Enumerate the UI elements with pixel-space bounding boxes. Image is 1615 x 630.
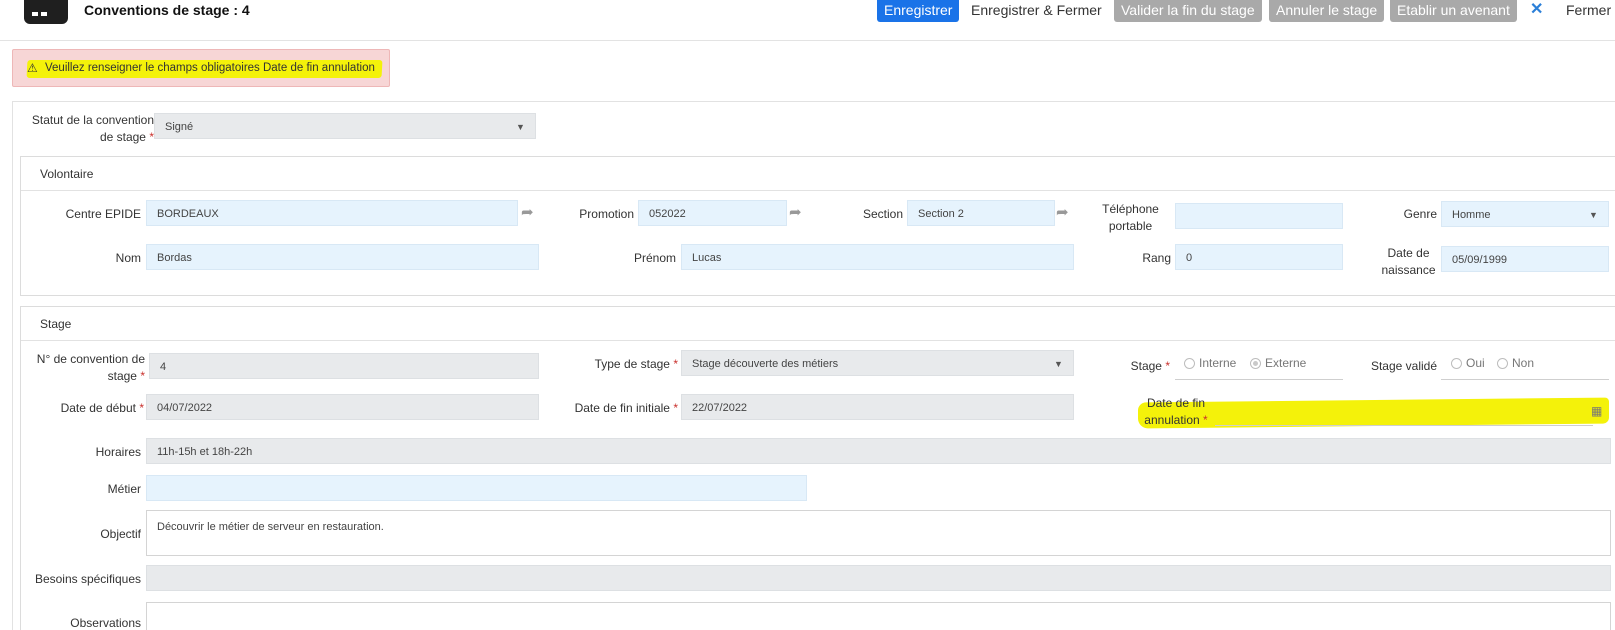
- fin-annulation-label: Date de fin annulation *: [1144, 396, 1208, 427]
- radio-interne-label: Interne: [1199, 356, 1237, 370]
- horaires-label: Horaires: [95, 445, 141, 459]
- genre-select[interactable]: Homme: [1441, 201, 1609, 227]
- fin-annulation-underline: [1215, 425, 1593, 426]
- valide-radio-underline: [1441, 379, 1609, 380]
- page-title: Conventions de stage : 4: [84, 2, 250, 18]
- radio-oui[interactable]: [1451, 358, 1462, 369]
- objectif-label: Objectif: [100, 527, 141, 541]
- genre-label: Genre: [1403, 207, 1437, 221]
- stage-divider: [21, 340, 1615, 341]
- radio-non[interactable]: [1497, 358, 1508, 369]
- save-button[interactable]: Enregistrer: [877, 0, 960, 22]
- chevron-down-icon: ▼: [516, 122, 525, 132]
- page: Conventions de stage : 4 Enregistrer Enr…: [0, 0, 1615, 630]
- numero-field[interactable]: 4: [149, 353, 539, 379]
- radio-non-label: Non: [1512, 356, 1535, 370]
- share-arrow-icon[interactable]: ➦: [1056, 203, 1069, 221]
- prenom-label: Prénom: [633, 251, 676, 265]
- chevron-down-icon: ▼: [1054, 359, 1063, 369]
- type-select[interactable]: Stage découverte des métiers: [681, 350, 1074, 376]
- radio-interne[interactable]: [1184, 358, 1195, 369]
- statut-select[interactable]: Signé: [154, 113, 536, 139]
- besoins-label: Besoins spécifiques: [34, 572, 141, 586]
- centre-label: Centre EPIDE: [65, 207, 141, 221]
- naissance-label: Date de naissance: [1381, 246, 1436, 277]
- observations-label: Observations: [70, 616, 141, 630]
- rang-field[interactable]: 0: [1175, 244, 1343, 270]
- section-label: Section: [862, 207, 903, 221]
- nom-field[interactable]: Bordas: [146, 244, 539, 270]
- volontaire-title: Volontaire: [40, 167, 94, 181]
- observations-textarea[interactable]: [146, 602, 1611, 630]
- stage-title: Stage: [40, 317, 72, 331]
- alert-message: Veuillez renseigner le champs obligatoir…: [45, 62, 375, 74]
- debut-label: Date de début *: [60, 401, 144, 415]
- objectif-textarea[interactable]: Découvrir le métier de serveur en restau…: [146, 510, 1611, 556]
- statut-label: Statut de la convention de stage *: [31, 113, 154, 144]
- prenom-field[interactable]: Lucas: [681, 244, 1074, 270]
- close-button[interactable]: Fermer: [1559, 0, 1615, 22]
- besoins-field[interactable]: [146, 565, 1611, 591]
- share-arrow-icon[interactable]: ➦: [789, 203, 802, 221]
- fin-initiale-field[interactable]: 22/07/2022: [681, 394, 1074, 420]
- stage-radio-underline: [1175, 379, 1343, 380]
- rang-label: Rang: [1142, 251, 1171, 265]
- volontaire-fieldset: [20, 156, 1615, 296]
- validate-end-button[interactable]: Valider la fin du stage: [1114, 0, 1262, 22]
- app-logo-icon: [24, 0, 68, 24]
- fin-initiale-label: Date de fin initiale *: [574, 401, 678, 415]
- volontaire-divider: [21, 190, 1615, 191]
- metier-field[interactable]: [146, 475, 807, 501]
- numero-label: N° de convention de stage *: [36, 352, 145, 383]
- header-divider: [0, 40, 1615, 41]
- stage-label: Stage *: [1130, 359, 1170, 373]
- centre-field[interactable]: BORDEAUX: [146, 200, 518, 226]
- horaires-field[interactable]: 11h-15h et 18h-22h: [146, 438, 1611, 464]
- close-icon[interactable]: ✕: [1530, 0, 1543, 20]
- warning-icon: ⚠: [27, 61, 38, 75]
- telephone-label: Téléphone portable: [1102, 202, 1159, 233]
- share-arrow-icon[interactable]: ➦: [521, 203, 534, 221]
- cancel-stage-button[interactable]: Annuler le stage: [1269, 0, 1385, 22]
- section-field[interactable]: Section 2: [907, 200, 1055, 226]
- radio-externe-label: Externe: [1265, 356, 1307, 370]
- telephone-field[interactable]: [1175, 203, 1343, 229]
- valide-label: Stage validé: [1370, 359, 1437, 373]
- debut-field[interactable]: 04/07/2022: [146, 394, 539, 420]
- chevron-down-icon: ▼: [1589, 210, 1598, 220]
- naissance-field[interactable]: 05/09/1999: [1441, 246, 1609, 272]
- metier-label: Métier: [107, 482, 141, 496]
- save-close-button[interactable]: Enregistrer & Fermer: [964, 0, 1109, 22]
- nom-label: Nom: [115, 251, 141, 265]
- promotion-field[interactable]: 052022: [638, 200, 787, 226]
- fin-annulation-field[interactable]: [1215, 400, 1595, 424]
- radio-externe[interactable]: [1250, 358, 1261, 369]
- amendment-button[interactable]: Etablir un avenant: [1390, 0, 1517, 22]
- type-label: Type de stage *: [594, 357, 678, 371]
- calendar-icon[interactable]: ▦: [1591, 404, 1602, 418]
- radio-oui-label: Oui: [1466, 356, 1485, 370]
- promotion-label: Promotion: [579, 207, 634, 221]
